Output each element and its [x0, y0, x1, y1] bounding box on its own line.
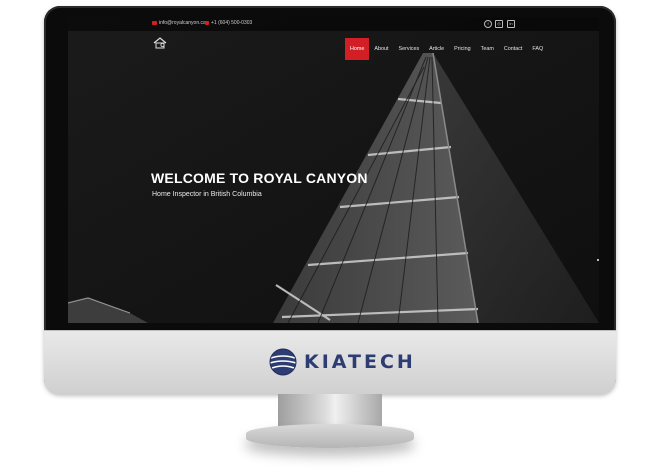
home-logo-icon[interactable]	[153, 37, 167, 49]
email-contact[interactable]: info@royalcanyon.ca	[152, 20, 206, 26]
brand-name: KIATECH	[304, 351, 416, 373]
website-screen: info@royalcanyon.ca +1 (604) 500-0303 f …	[68, 17, 599, 323]
phone-icon	[205, 21, 209, 25]
monitor-stand-neck	[278, 394, 382, 428]
instagram-icon[interactable]: ◎	[495, 20, 503, 28]
phone-contact[interactable]: +1 (604) 500-0303	[205, 20, 252, 26]
email-text: info@royalcanyon.ca	[159, 20, 206, 26]
brand-logo: KIATECH	[268, 347, 416, 377]
slider-indicator[interactable]	[597, 259, 599, 261]
main-navigation: Home About Services Article Pricing Team…	[345, 38, 548, 60]
top-contact-bar: info@royalcanyon.ca +1 (604) 500-0303 f …	[68, 17, 599, 31]
nav-about[interactable]: About	[369, 38, 393, 60]
hero-title: WELCOME TO ROYAL CANYON	[151, 170, 368, 186]
nav-faq[interactable]: FAQ	[527, 38, 548, 60]
facebook-icon[interactable]: f	[484, 20, 492, 28]
nav-contact[interactable]: Contact	[499, 38, 528, 60]
nav-services[interactable]: Services	[393, 38, 424, 60]
mail-icon	[152, 21, 157, 25]
nav-pricing[interactable]: Pricing	[449, 38, 475, 60]
monitor-stand-base	[246, 424, 414, 448]
linkedin-icon[interactable]: in	[507, 20, 515, 28]
phone-text: +1 (604) 500-0303	[211, 20, 253, 26]
hero-subtitle: Home Inspector in British Columbia	[152, 191, 262, 198]
nav-team[interactable]: Team	[476, 38, 499, 60]
globe-logo-icon	[269, 348, 297, 376]
nav-home[interactable]: Home	[345, 38, 370, 60]
nav-article[interactable]: Article	[424, 38, 449, 60]
